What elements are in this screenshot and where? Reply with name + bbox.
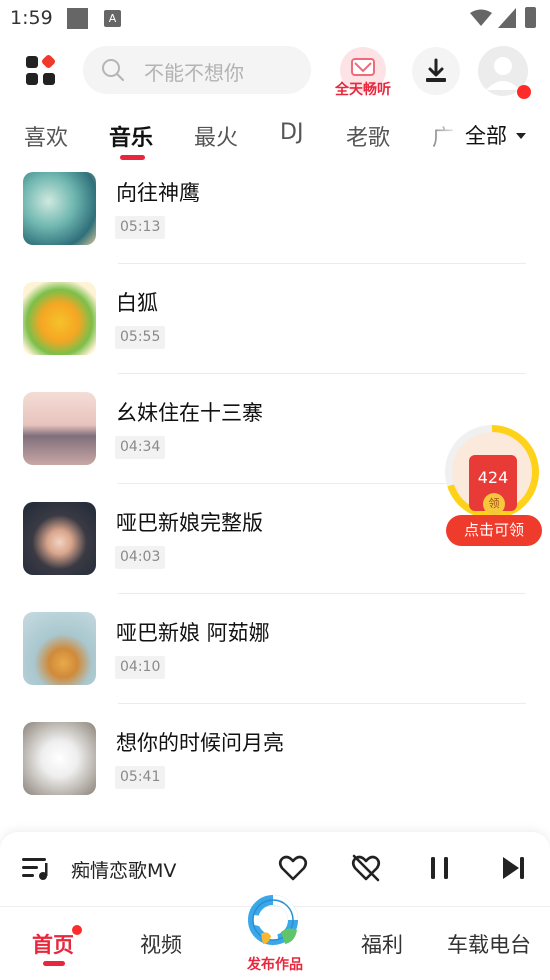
a-notification-icon: A [104, 10, 121, 27]
nav-welfare[interactable]: 福利 [361, 929, 403, 959]
song-title: 向往神鹰 [116, 181, 200, 205]
next-icon[interactable] [499, 853, 529, 883]
tab-music[interactable]: 音乐 [109, 120, 153, 152]
now-playing-title: 痴情恋歌MV [71, 860, 177, 882]
vip-listen-badge[interactable]: 全天畅听 [327, 45, 399, 101]
nav-video[interactable]: 视频 [140, 929, 182, 959]
battery-icon [525, 7, 536, 28]
app-grid-icon[interactable] [26, 53, 57, 86]
download-button[interactable] [412, 47, 460, 95]
album-cover [23, 612, 96, 685]
album-cover [23, 722, 96, 795]
divider [118, 703, 526, 704]
status-bar: 1:59 A [0, 0, 550, 36]
song-title: 哑巴新娘 阿茹娜 [116, 621, 270, 645]
song-title: 幺妹住在十三寨 [116, 401, 263, 425]
song-duration: 05:13 [115, 216, 166, 239]
tab-likes[interactable]: 喜欢 [24, 120, 68, 152]
publish-button[interactable]: 发布作品 [241, 890, 309, 973]
divider [118, 373, 526, 374]
caret-down-icon [516, 133, 526, 139]
song-duration: 04:34 [115, 436, 166, 459]
nav-car-radio[interactable]: 车载电台 [447, 929, 531, 959]
song-title: 想你的时候问月亮 [116, 731, 284, 755]
tab-dj[interactable]: DJ [280, 120, 303, 145]
tabs-fade [420, 112, 460, 164]
status-time: 1:59 [10, 7, 53, 29]
nav-home[interactable]: 首页 [32, 929, 74, 959]
active-tab-indicator [120, 155, 145, 160]
list-item[interactable]: 哑巴新娘 阿茹娜 04:10 [0, 605, 550, 715]
all-categories-label: 全部 [465, 124, 507, 148]
nav-home-indicator [43, 961, 65, 966]
list-item[interactable]: 想你的时候问月亮 05:41 [0, 715, 550, 825]
claim-reward-button[interactable]: 点击可领 [446, 515, 542, 546]
album-cover [23, 172, 96, 245]
top-bar: 不能不想你 全天畅听 [0, 40, 550, 102]
list-item[interactable]: 白狐 05:55 [0, 275, 550, 385]
vip-label: 全天畅听 [335, 82, 391, 98]
album-cover [23, 282, 96, 355]
song-title: 白狐 [116, 291, 158, 315]
category-tabs: 喜欢 音乐 最火 DJ 老歌 广 全部 [0, 112, 550, 164]
divider [118, 593, 526, 594]
song-duration: 04:10 [115, 656, 166, 679]
album-cover [23, 502, 96, 575]
publish-label: 发布作品 [247, 957, 303, 973]
search-input[interactable]: 不能不想你 [83, 46, 311, 94]
unlike-icon[interactable] [351, 853, 381, 883]
song-title: 哑巴新娘完整版 [116, 511, 263, 535]
lifebuoy-icon [248, 895, 298, 945]
all-categories-dropdown[interactable]: 全部 [460, 112, 550, 164]
notification-square-icon [67, 8, 88, 29]
tab-oldies[interactable]: 老歌 [346, 120, 390, 152]
search-placeholder: 不能不想你 [144, 61, 244, 85]
wifi-icon [470, 9, 492, 26]
search-icon [102, 59, 125, 82]
reward-amount: 424 [477, 468, 509, 487]
pause-icon[interactable] [425, 853, 455, 883]
tab-hottest[interactable]: 最火 [194, 120, 238, 152]
download-icon [426, 58, 446, 82]
song-duration: 04:03 [115, 546, 166, 569]
cellular-signal-icon [498, 8, 516, 28]
heart-icon[interactable] [278, 853, 308, 883]
song-duration: 05:55 [115, 326, 166, 349]
list-item[interactable]: 向往神鹰 05:13 [0, 165, 550, 275]
reward-widget[interactable]: 424 领 点击可领 [441, 425, 547, 550]
album-cover [23, 392, 96, 465]
reward-coin: 领 [483, 493, 505, 515]
song-duration: 05:41 [115, 766, 166, 789]
nav-home-dot [72, 925, 82, 935]
divider [118, 263, 526, 264]
notification-dot [517, 85, 531, 99]
playlist-icon[interactable] [22, 856, 52, 882]
